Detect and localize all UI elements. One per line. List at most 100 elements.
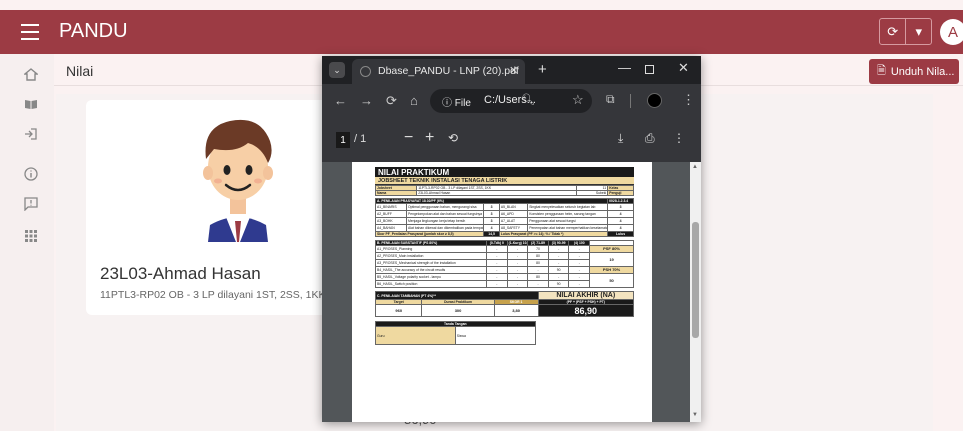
back-icon[interactable]: ← [334,93,347,108]
section-b-row: B5_HASIL_Voltage polarity socket - lampu… [375,273,634,288]
home-icon[interactable]: ⌂ [410,93,418,108]
window-close-icon[interactable]: ✕ [678,60,689,76]
psf-label: PSF 80% [589,245,634,253]
criterion-band-cell: 90 [547,280,570,288]
book-icon[interactable] [21,94,41,114]
sync-icon[interactable]: ⟳ [880,19,905,44]
criterion-band-cell: 80 [527,252,549,260]
print-icon[interactable]: ⎙ [645,131,655,146]
apps-icon[interactable] [21,226,41,246]
reload-icon[interactable]: ⟳ [386,93,397,109]
criterion-code: A5_BLAN [498,203,529,211]
criterion-score: 4 [483,224,500,232]
rotate-icon[interactable]: ⟲ [448,131,458,145]
site-info-chip[interactable]: ⓘ File [442,94,471,109]
toolbar-separator [630,94,631,108]
criterion-desc: Singkat menyelesaikan seluruh kegiatan l… [527,203,609,211]
pdf-scrollbar[interactable]: ▲ ▼ [690,162,701,422]
criterion-score: 3 [607,203,634,211]
info-icon[interactable] [21,164,41,184]
extensions-icon[interactable]: ⧉ [606,92,615,107]
browser-menu-icon[interactable]: ⋮ [682,92,695,108]
app-bar: PANDU ⟳ ▾ A [0,10,963,54]
criterion-band-cell: - [568,273,591,281]
tab-pdf[interactable]: Dbase_PANDU - LNP (20).pdf ✕ [352,59,525,84]
criterion-band-cell: - [568,245,591,253]
criterion-code: A3_BOHK [375,217,407,225]
section-c-table: C. PENILAIAN TAMBAHAN (PT 4%)** NILAI AK… [374,291,635,317]
scroll-down-icon[interactable]: ▼ [692,412,698,418]
section-a-result-value: Lulus [607,231,634,237]
criterion-desc: Alat bahan dikewal dan dikembalikan pada… [405,224,485,232]
section-c-header: C. PENILAIAN TAMBAHAN (PT 4%)** [375,291,539,300]
profile-icon[interactable] [647,93,662,108]
signature-table: Tanda Tangan Guru Siswa [375,321,536,345]
scroll-thumb[interactable] [692,222,699,338]
user-avatar[interactable]: A [940,19,963,45]
criterion-band-cell: 90 [547,266,570,274]
criterion-band-cell: - [506,259,529,267]
criterion-band-cell: - [506,273,529,281]
minimize-icon[interactable]: — [618,60,631,75]
download-button[interactable]: 🗎 Unduh Nila... [869,59,959,84]
section-a-result-label: Lulus Prasyarat (PF >= 14); % / Tidak *) [498,231,609,237]
zoom-icon[interactable]: 🔍︎ [521,93,535,106]
guru-signature: Guru [375,326,456,345]
section-b-row: A2_PROSES_Main installation - -80- -19 [375,252,634,267]
criterion-band-cell: 70 [527,245,549,253]
side-nav [0,54,54,431]
criterion-desc: Menjaga lingkungan kerja tetap bersih [405,217,485,225]
doc-subtitle: JOBSHEET TEKNIK INSTALASI TENAGA LISTRIK [375,177,634,185]
criterion-code: A6_APD [498,210,529,218]
pdf-page: NILAI PRAKTIKUM JOBSHEET TEKNIK INSTALAS… [352,162,652,422]
nama-label: Nama [374,190,418,196]
criterion-band-cell: 80 [527,273,549,281]
psh-label: PSH 70% [589,266,634,274]
criterion-band-cell: - [506,266,529,274]
criterion-band-cell: - [485,280,508,288]
student-name: 23L03-Ahmad Hasan [100,264,261,283]
nama-value: 23L03-Ahmad Hasan [416,190,578,196]
substantive-criterion: A2_PROSES_Main installation [375,252,487,260]
omnibox[interactable]: ⓘ File C:/Users... [430,89,592,113]
criterion-code: A1_BINARIS [375,203,407,211]
pdf-viewport[interactable]: NILAI PRAKTIKUM JOBSHEET TEKNIK INSTALAS… [322,162,701,422]
substantive-criterion: B6_HASIL_Switch position [375,280,487,288]
criterion-band-cell: - [547,252,570,260]
final-score-label: NILAI AKHIR (NA) [537,291,635,300]
penguji-value: Subeki [576,190,609,196]
caret-down-icon[interactable]: ▾ [905,19,931,44]
globe-icon [360,66,371,77]
criterion-score: 4 [607,210,634,218]
feedback-icon[interactable] [21,194,41,214]
siswa-signature: Siswa [454,326,536,345]
scroll-up-icon[interactable]: ▲ [692,164,698,170]
zoom-in-icon[interactable]: + [425,129,434,147]
bookmark-star-icon[interactable]: ☆ [572,92,584,108]
criterion-desc: Penggunaan alat sesuai fungsi [527,217,609,225]
criterion-desc: Konsisten penggunaan helm, sarung tangan [527,210,609,218]
pdf-toolbar: 1 / 1 − + ⟲ ⤓ ⎙ ⋮ [322,118,701,162]
page-number-input[interactable]: 1 [336,132,350,148]
criterion-band-cell: - [568,259,591,267]
tab-close-icon[interactable]: ✕ [509,64,518,77]
penguji-label: Penguji [607,190,634,196]
pdf-icon: 🗎 [877,65,886,77]
zoom-out-icon[interactable]: − [404,129,413,147]
substantive-criterion: A1_PROSES_Planning [375,245,487,253]
pdf-menu-icon[interactable]: ⋮ [673,131,685,145]
menu-icon[interactable] [21,24,39,40]
criterion-code: A8_SAFETY [498,224,529,232]
maximize-icon[interactable] [645,65,654,74]
login-icon[interactable] [21,124,41,144]
tab-search-icon[interactable]: ⌄ [329,62,345,78]
app-title: PANDU [59,20,128,42]
substantive-criterion: B5_HASIL_Voltage polarity socket - lampu [375,273,487,281]
forward-icon[interactable]: → [360,93,373,108]
download-icon[interactable]: ⤓ [618,131,623,146]
home-icon[interactable] [21,64,41,84]
new-tab-icon[interactable]: + [538,61,547,78]
psh-value: 50 [589,273,634,288]
criterion-band-cell: - [568,266,591,274]
pdf-browser-window: ⌄ Dbase_PANDU - LNP (20).pdf ✕ + — ✕ ← →… [322,56,701,422]
